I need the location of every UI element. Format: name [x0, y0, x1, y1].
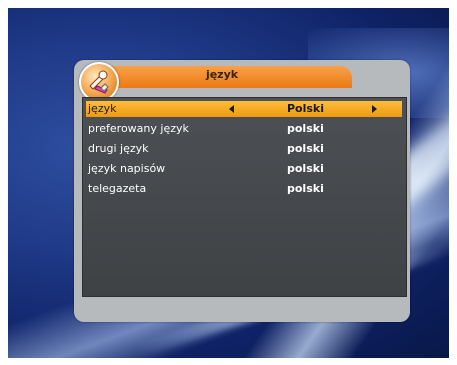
- dialog-title: język: [205, 68, 239, 81]
- setting-row-language[interactable]: język Polski: [86, 101, 402, 117]
- setting-label: preferowany język: [88, 122, 189, 135]
- setting-label: telegazeta: [88, 182, 147, 195]
- setting-label: język napisów: [88, 162, 166, 175]
- setting-row-second-language[interactable]: drugi język polski: [86, 141, 402, 157]
- setting-value: Polski: [287, 102, 325, 115]
- tools-icon: [79, 62, 119, 102]
- setting-row-subtitle-language[interactable]: język napisów polski: [86, 161, 402, 177]
- setting-row-preferred-language[interactable]: preferowany język polski: [86, 121, 402, 137]
- setting-value: polski: [287, 142, 324, 155]
- setting-label: drugi język: [88, 142, 149, 155]
- setting-row-teletext[interactable]: telegazeta polski: [86, 181, 402, 197]
- setting-value: polski: [287, 162, 324, 175]
- arrow-left-icon[interactable]: [229, 105, 234, 113]
- setting-value: polski: [287, 122, 324, 135]
- arrow-right-icon[interactable]: [372, 105, 377, 113]
- setting-label: język: [88, 102, 117, 115]
- setting-value: polski: [287, 182, 324, 195]
